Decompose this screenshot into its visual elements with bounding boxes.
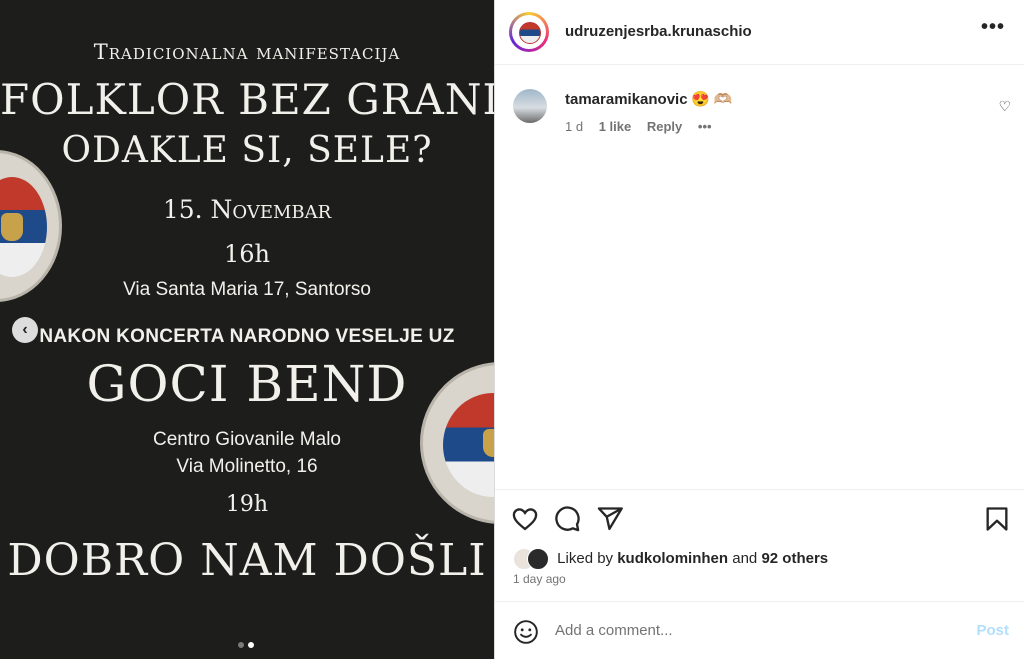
liker-username[interactable]: kudkolominhen bbox=[617, 550, 728, 567]
previous-slide-button[interactable]: ‹ bbox=[12, 317, 38, 343]
post-actions: Liked by kudkolominhen and 92 others 1 d… bbox=[495, 489, 1024, 601]
comment-item: tamaramikanovic 😍 🫶🏼 1 d 1 like Reply ••… bbox=[495, 78, 1024, 148]
poster-tagline: ODAKLE SI, SELE? bbox=[61, 130, 433, 171]
comment-like-heart-icon[interactable]: ♡ bbox=[998, 98, 1011, 115]
comment-likes[interactable]: 1 like bbox=[599, 119, 632, 134]
comment-icon[interactable] bbox=[553, 505, 581, 533]
liker-avatar[interactable] bbox=[527, 548, 549, 570]
poster-venue: Centro Giovanile Malo bbox=[153, 429, 341, 450]
post-image[interactable]: Tradicionalna manifestacija FOLKLOR BEZ … bbox=[0, 0, 494, 659]
poster-title: FOLKLOR BEZ GRANICA bbox=[0, 75, 494, 124]
more-options-icon[interactable]: ••• bbox=[981, 16, 1005, 39]
account-username[interactable]: udruzenjesrba.krunaschio bbox=[565, 23, 752, 40]
commenter-avatar[interactable] bbox=[513, 89, 547, 123]
emoji-icon[interactable] bbox=[513, 619, 539, 645]
carousel-dot bbox=[238, 642, 244, 648]
comment-input[interactable]: Add a comment... bbox=[555, 622, 673, 639]
post-comment-button[interactable]: Post bbox=[976, 622, 1009, 639]
poster-address-1: Via Santa Maria 17, Santorso bbox=[123, 279, 371, 300]
poster-time-2: 19h bbox=[225, 492, 269, 517]
carousel-dots bbox=[238, 635, 258, 653]
share-icon[interactable] bbox=[596, 505, 624, 533]
reply-button[interactable]: Reply bbox=[647, 119, 682, 134]
poster-time-1: 16h bbox=[224, 240, 270, 268]
likes-prefix: Liked by bbox=[557, 549, 614, 567]
save-bookmark-icon[interactable] bbox=[983, 505, 1011, 533]
poster-after-concert: NAKON KONCERTA NARODNO VESELJE UZ bbox=[39, 326, 455, 347]
comment-meta: 1 d 1 like Reply ••• bbox=[565, 119, 724, 134]
post-details-panel: udruzenjesrba.krunaschio ••• tamaramikan… bbox=[494, 0, 1024, 659]
comment-more-icon[interactable]: ••• bbox=[698, 119, 712, 134]
likes-others[interactable]: 92 others bbox=[761, 550, 828, 567]
post-header: udruzenjesrba.krunaschio ••• bbox=[495, 0, 1024, 65]
likes-and: and bbox=[732, 549, 758, 567]
post-time[interactable]: 1 day ago bbox=[513, 572, 566, 586]
poster-date: 15. Novembar bbox=[162, 195, 332, 224]
commenter-username[interactable]: tamaramikanovic bbox=[565, 91, 688, 108]
poster-band: GOCI BEND bbox=[86, 355, 408, 413]
comment-age: 1 d bbox=[565, 119, 584, 134]
poster-address-2: Via Molinetto, 16 bbox=[176, 456, 318, 477]
poster-subtitle: Tradicionalna manifestacija bbox=[93, 40, 401, 64]
add-comment-bar: Add a comment... Post bbox=[495, 601, 1024, 659]
carousel-dot-active bbox=[248, 642, 254, 648]
poster-welcome: DOBRO NAM DOŠLI bbox=[7, 535, 487, 586]
account-avatar[interactable] bbox=[509, 12, 549, 52]
likes-summary: Liked by kudkolominhen and 92 others bbox=[513, 548, 828, 570]
heart-icon[interactable] bbox=[511, 505, 539, 533]
comment-text: 😍 🫶🏼 bbox=[691, 91, 733, 108]
